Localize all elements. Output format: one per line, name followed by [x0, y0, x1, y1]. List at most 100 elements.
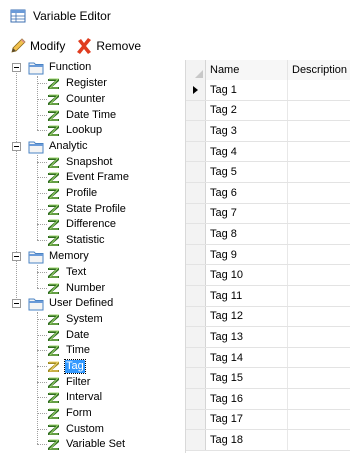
description-cell[interactable] [288, 183, 350, 203]
row-header[interactable] [186, 224, 206, 244]
name-cell[interactable]: Tag 15 [206, 368, 288, 388]
description-cell[interactable] [288, 162, 350, 182]
description-cell[interactable] [288, 224, 350, 244]
description-cell[interactable] [288, 307, 350, 327]
tree-item-state-profile[interactable]: State Profile [37, 202, 127, 217]
table-row[interactable]: Tag 5 [186, 162, 350, 183]
row-header[interactable] [186, 100, 206, 121]
select-all-corner[interactable] [186, 60, 206, 80]
tree-item-snapshot[interactable]: Snapshot [37, 155, 113, 170]
table-row[interactable]: Tag 16 [186, 389, 350, 410]
tree-item-tag[interactable]: Tag [37, 359, 86, 374]
table-row[interactable]: Tag 10 [186, 265, 350, 286]
tree-item-custom[interactable]: Custom [37, 422, 105, 437]
table-row[interactable]: Tag 6 [186, 183, 350, 204]
column-header-name[interactable]: Name [206, 60, 288, 80]
row-header[interactable] [186, 286, 206, 306]
table-row[interactable]: Tag 18 [186, 430, 350, 451]
description-cell[interactable] [288, 265, 350, 285]
row-header[interactable] [186, 203, 206, 224]
row-header[interactable] [186, 244, 206, 265]
name-cell[interactable]: Tag 6 [206, 183, 288, 203]
table-row[interactable]: Tag 7 [186, 203, 350, 225]
row-header[interactable] [186, 409, 206, 430]
tree-item-difference[interactable]: Difference [37, 217, 117, 232]
description-cell[interactable] [288, 121, 350, 141]
table-row[interactable]: Tag 3 [186, 121, 350, 142]
name-cell[interactable]: Tag 12 [206, 306, 288, 327]
name-cell[interactable]: Tag 13 [206, 327, 288, 347]
table-row[interactable]: Tag 15 [186, 368, 350, 389]
table-row[interactable]: Tag 12 [186, 306, 350, 328]
description-cell[interactable] [288, 368, 350, 388]
tree-item-event-frame[interactable]: Event Frame [37, 170, 130, 185]
name-cell[interactable]: Tag 8 [206, 224, 288, 244]
tree-item-statistic[interactable]: Statistic [37, 233, 106, 248]
tree-item-variable-set[interactable]: Variable Set [37, 437, 126, 452]
description-cell[interactable] [288, 348, 350, 368]
collapse-icon[interactable] [12, 252, 21, 261]
collapse-icon[interactable] [12, 63, 21, 72]
tree-item-profile[interactable]: Profile [37, 186, 98, 201]
name-cell[interactable]: Tag 9 [206, 244, 288, 265]
modify-button[interactable]: Modify [6, 35, 68, 57]
tree-group-memory[interactable]: Memory [12, 249, 90, 264]
name-cell[interactable]: Tag 10 [206, 265, 288, 285]
name-cell[interactable]: Tag 2 [206, 100, 288, 121]
tree-item-system[interactable]: System [37, 312, 104, 327]
variable-tree[interactable]: Function Register Counter Date Time Look… [0, 60, 185, 453]
row-header[interactable] [186, 80, 206, 100]
name-cell[interactable]: Tag 1 [206, 80, 288, 100]
tree-item-date-time[interactable]: Date Time [37, 108, 117, 123]
remove-button[interactable]: Remove [72, 35, 144, 57]
row-header[interactable] [186, 306, 206, 327]
name-cell[interactable]: Tag 17 [206, 409, 288, 430]
name-cell[interactable]: Tag 16 [206, 389, 288, 409]
tree-item-interval[interactable]: Interval [37, 390, 103, 405]
tree-item-counter[interactable]: Counter [37, 92, 106, 107]
description-cell[interactable] [288, 430, 350, 450]
description-cell[interactable] [288, 286, 350, 306]
row-header[interactable] [186, 162, 206, 182]
row-header[interactable] [186, 430, 206, 450]
tree-item-lookup[interactable]: Lookup [37, 123, 103, 138]
name-cell[interactable]: Tag 11 [206, 286, 288, 306]
table-row[interactable]: Tag 9 [186, 244, 350, 266]
row-header[interactable] [186, 389, 206, 409]
description-cell[interactable] [288, 245, 350, 265]
tag-grid[interactable]: Name Description Tag 1 Tag 2 Tag 3 Tag 4 Tag… [185, 60, 350, 453]
tree-group-user-defined[interactable]: User Defined [12, 296, 114, 311]
description-cell[interactable] [288, 101, 350, 121]
name-cell[interactable]: Tag 7 [206, 203, 288, 224]
row-header[interactable] [186, 141, 206, 162]
table-row[interactable]: Tag 17 [186, 409, 350, 431]
column-header-description[interactable]: Description [288, 60, 350, 80]
tree-item-register[interactable]: Register [37, 76, 108, 91]
description-cell[interactable] [288, 327, 350, 347]
name-cell[interactable]: Tag 14 [206, 347, 288, 368]
tree-item-form[interactable]: Form [37, 406, 93, 421]
table-row[interactable]: Tag 4 [186, 141, 350, 163]
table-row[interactable]: Tag 13 [186, 327, 350, 348]
name-cell[interactable]: Tag 3 [206, 121, 288, 141]
tree-item-time[interactable]: Time [37, 343, 91, 358]
description-cell[interactable] [288, 389, 350, 409]
table-row[interactable]: Tag 14 [186, 347, 350, 369]
collapse-icon[interactable] [12, 142, 21, 151]
description-cell[interactable] [288, 80, 350, 100]
row-header[interactable] [186, 183, 206, 203]
row-header[interactable] [186, 347, 206, 368]
name-cell[interactable]: Tag 5 [206, 162, 288, 182]
tree-item-filter[interactable]: Filter [37, 375, 91, 390]
description-cell[interactable] [288, 204, 350, 224]
name-cell[interactable]: Tag 4 [206, 141, 288, 162]
description-cell[interactable] [288, 410, 350, 430]
tree-item-text[interactable]: Text [37, 265, 87, 280]
tree-group-function[interactable]: Function [12, 60, 92, 75]
name-cell[interactable]: Tag 18 [206, 430, 288, 450]
tree-item-number[interactable]: Number [37, 281, 106, 296]
table-row[interactable]: Tag 2 [186, 100, 350, 122]
row-header[interactable] [186, 121, 206, 141]
row-header[interactable] [186, 368, 206, 388]
table-row[interactable]: Tag 8 [186, 224, 350, 245]
